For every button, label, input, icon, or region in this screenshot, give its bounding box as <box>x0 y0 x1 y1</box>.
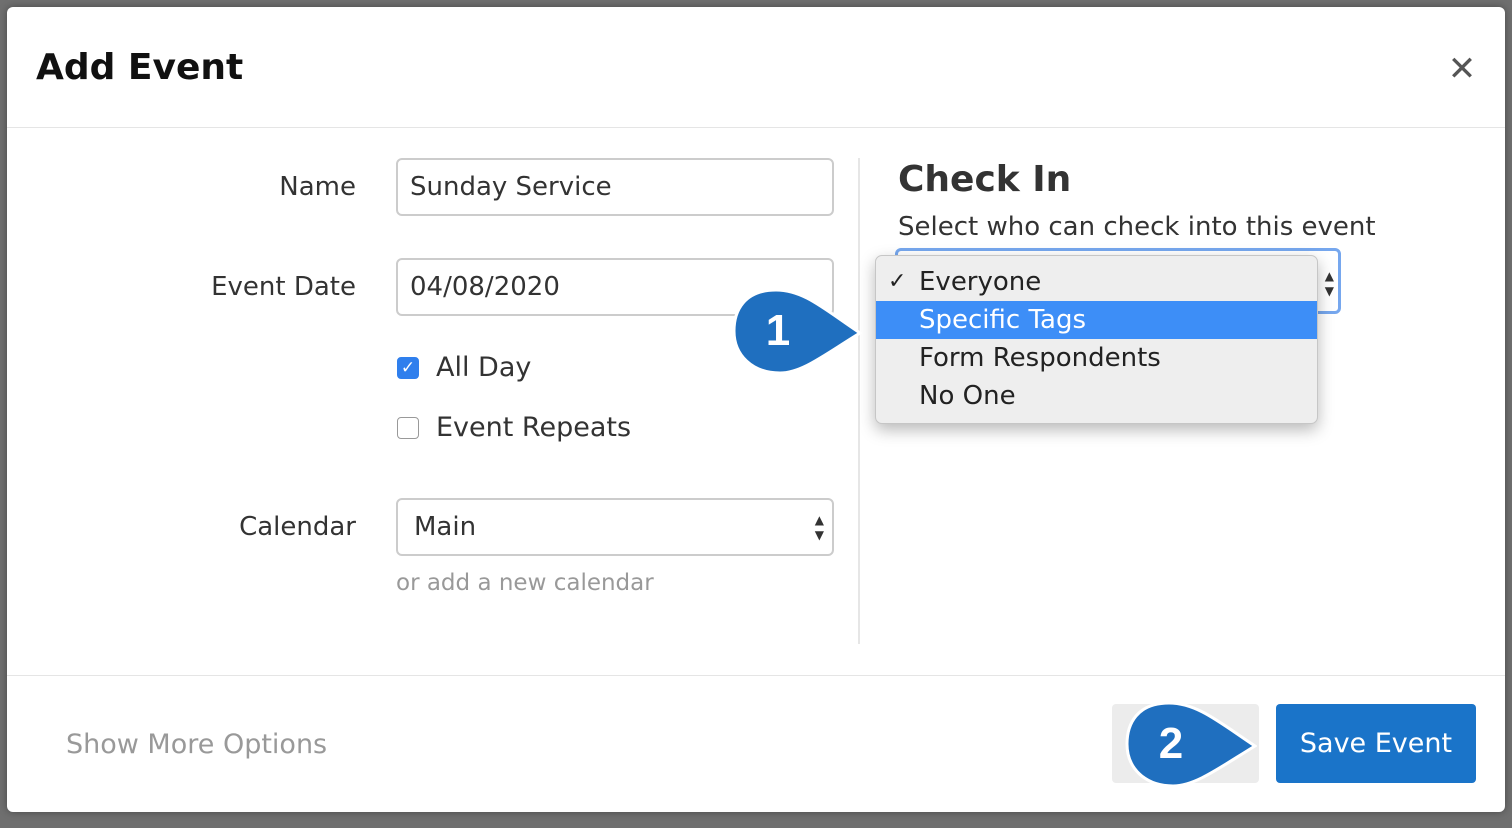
checkmark-icon: ✓ <box>888 269 907 294</box>
dropdown-option-label: Form Respondents <box>919 343 1161 373</box>
close-button[interactable]: ✕ <box>1442 49 1482 89</box>
callout-badge-1: 1 <box>732 285 863 377</box>
all-day-checkbox[interactable]: ✓ <box>397 357 419 379</box>
check-in-title: Check In <box>898 159 1072 200</box>
callout-number: 2 <box>1158 719 1184 768</box>
save-event-button[interactable]: Save Event <box>1276 704 1476 783</box>
name-input[interactable] <box>396 158 834 216</box>
add-calendar-link[interactable]: or add a new calendar <box>396 570 654 596</box>
calendar-select-value: Main <box>414 512 477 542</box>
dropdown-option-label: Everyone <box>919 267 1042 297</box>
dropdown-option-no-one[interactable]: No One <box>876 377 1317 415</box>
add-event-modal: Add Event ✕ Name Event Date ✓ All Day Ev… <box>7 7 1505 812</box>
check-in-dropdown-menu: ✓ Everyone Specific Tags Form Respondent… <box>875 255 1318 424</box>
select-arrows-icon: ▲ ▼ <box>814 513 824 542</box>
all-day-label: All Day <box>436 352 532 383</box>
dropdown-option-label: No One <box>919 381 1016 411</box>
modal-header: Add Event ✕ <box>7 7 1505 128</box>
column-divider <box>858 158 860 644</box>
callout-badge-2: 2 <box>1125 698 1258 790</box>
calendar-label: Calendar <box>239 512 356 542</box>
checkmark-icon: ✓ <box>400 358 416 378</box>
close-icon: ✕ <box>1447 49 1477 89</box>
select-arrows-icon: ▲ ▼ <box>1324 269 1334 298</box>
show-more-options-link[interactable]: Show More Options <box>66 729 327 760</box>
name-label: Name <box>279 172 356 202</box>
modal-title: Add Event <box>36 47 244 88</box>
dropdown-option-label: Specific Tags <box>919 305 1087 335</box>
event-repeats-checkbox[interactable] <box>397 417 419 439</box>
calendar-select[interactable]: Main ▲ ▼ <box>396 498 834 556</box>
event-date-label: Event Date <box>211 272 356 302</box>
callout-number: 1 <box>765 306 791 355</box>
dropdown-option-form-respondents[interactable]: Form Respondents <box>876 339 1317 377</box>
dropdown-option-everyone[interactable]: ✓ Everyone <box>876 263 1317 301</box>
event-repeats-label: Event Repeats <box>436 412 632 443</box>
check-in-subtitle: Select who can check into this event <box>898 212 1376 242</box>
dropdown-option-specific-tags[interactable]: Specific Tags <box>876 301 1317 339</box>
